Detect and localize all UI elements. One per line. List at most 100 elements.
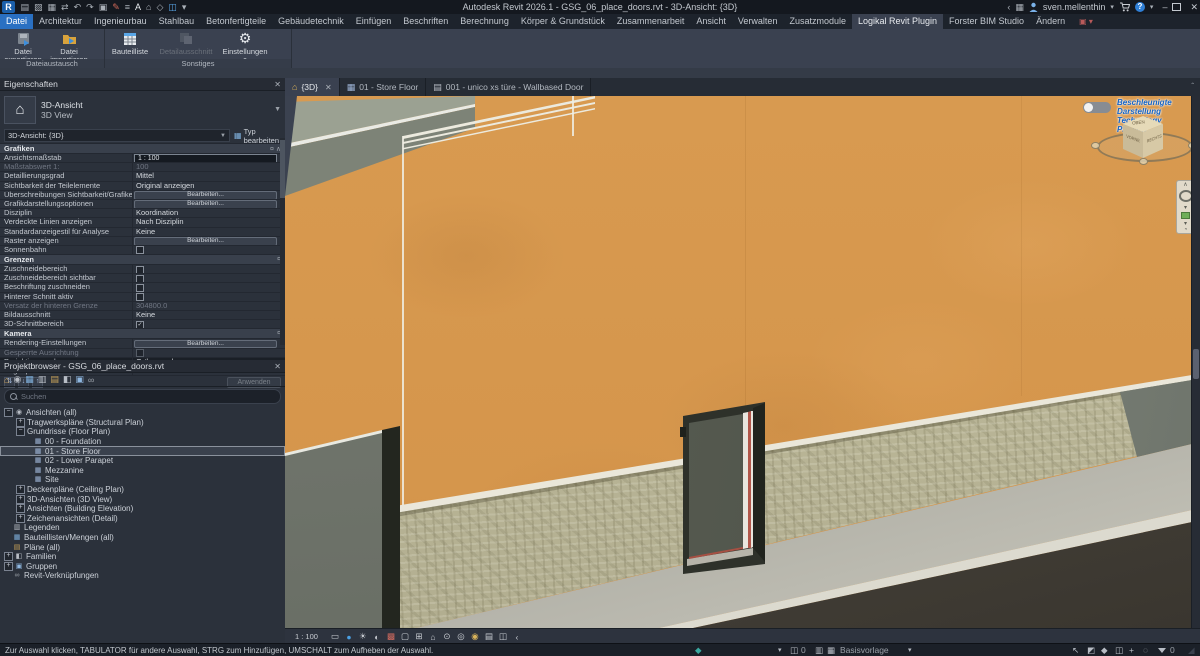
tab-aendern[interactable]: Ändern [1030, 14, 1071, 29]
thin-lines-icon[interactable]: ◫ [168, 0, 177, 14]
canvas-vertical-scrollbar[interactable] [1191, 96, 1200, 628]
view-tab-wallbased-door[interactable]: ▤ 001 - unico xs türe - Wallbased Door [426, 78, 591, 96]
view-tab-store-floor[interactable]: ▦ 01 - Store Floor [340, 78, 427, 96]
compass-knob[interactable] [1139, 158, 1148, 165]
tab-ingenieurbau[interactable]: Ingenieurbau [88, 14, 153, 29]
background-process-icon[interactable]: ◌ [1143, 644, 1148, 656]
browser-sheets-icon[interactable]: ▤ [50, 374, 59, 385]
design-option-name[interactable]: Basisvorlage [840, 644, 889, 656]
tree-item-familien[interactable]: +◧Familien [0, 552, 285, 562]
select-by-face-icon[interactable]: ◫ [1115, 644, 1123, 656]
tab-zusammenarbeit[interactable]: Zusammenarbeit [611, 14, 691, 29]
temp-hide-icon[interactable]: ◎ [454, 631, 468, 642]
minimize-button[interactable]: – [1162, 2, 1167, 12]
tree-item-gruppen[interactable]: +▣Gruppen [0, 562, 285, 572]
expand-bar-icon[interactable]: ‹ [510, 632, 524, 642]
checkbox[interactable] [136, 284, 144, 292]
modify-pen-icon[interactable]: ✎ [112, 0, 120, 14]
user-name[interactable]: sven.mellenthin [1043, 2, 1106, 12]
browser-home-icon[interactable]: ⌂ [4, 375, 9, 385]
cart-icon[interactable] [1119, 2, 1130, 12]
tab-logikal-revit-plugin[interactable]: Logikal Revit Plugin [852, 14, 943, 29]
shadows-icon[interactable]: ◐ [370, 632, 384, 642]
editable-only-icon[interactable]: ◫ [790, 644, 798, 656]
tab-berechnung[interactable]: Berechnung [454, 14, 515, 29]
worksets-dropdown-icon[interactable]: ▾ [778, 644, 782, 656]
visual-style-icon[interactable]: ● [342, 632, 356, 642]
tree-item-02-lower-parapet[interactable]: ▦02 - Lower Parapet [0, 456, 285, 466]
view-tab-3d[interactable]: ⌂ {3D} ✕ [285, 78, 340, 96]
tree-item-01-store-floor[interactable]: ▦01 - Store Floor [0, 446, 285, 456]
filter-icon[interactable] [1158, 644, 1166, 656]
qat-dropdown-icon[interactable]: ▾ [182, 0, 187, 14]
apps-grid-icon[interactable]: ▦ [1015, 2, 1024, 13]
close-tab-icon[interactable]: ✕ [325, 83, 332, 92]
tab-koerper-grundstueck[interactable]: Körper & Grundstück [515, 14, 611, 29]
save-icon[interactable]: ▦ [48, 0, 57, 14]
transfer-icon[interactable]: ⇄ [61, 0, 69, 14]
tree-item-mezzanine[interactable]: ▦Mezzanine [0, 466, 285, 476]
tab-beschriften[interactable]: Beschriften [397, 14, 454, 29]
browser-views-icon[interactable]: ◉ [13, 374, 21, 385]
browser-family-icon[interactable]: ◧ [63, 374, 72, 385]
undo-icon[interactable]: ↶ [74, 0, 82, 14]
bauteilliste-button[interactable]: Bauteilliste [105, 29, 155, 56]
tab-gebaeudetechnik[interactable]: Gebäudetechnik [272, 14, 350, 29]
tab-datei[interactable]: Datei [0, 14, 33, 29]
pan-tool-icon[interactable]: ◔ [1184, 227, 1188, 233]
analytical-model-icon[interactable]: ◫ [496, 631, 510, 642]
scale-input[interactable]: 1 : 100 [134, 154, 277, 162]
browser-group-icon[interactable]: ▣ [75, 374, 84, 385]
tree-item-00-foundation[interactable]: ▦00 - Foundation [0, 437, 285, 447]
zoom-tool-icon[interactable] [1181, 212, 1190, 219]
select-links-icon[interactable]: ↖ [1072, 644, 1079, 656]
checkbox[interactable] [136, 266, 144, 274]
user-dropdown-icon[interactable]: ▾ [1110, 3, 1114, 11]
main-model-icon[interactable]: ▦ [827, 644, 835, 656]
bearbeiten-button[interactable]: Bearbeiten... [134, 340, 277, 348]
section-kamera[interactable]: Kamera¤ [0, 328, 285, 338]
tree-item-grundrisse[interactable]: −Grundrisse (Floor Plan) [0, 427, 285, 437]
open-file-icon[interactable]: ▨ [34, 0, 43, 14]
browser-search-input[interactable]: Suchen [4, 389, 281, 404]
crop-region-icon[interactable]: ▢ [398, 631, 412, 642]
tab-betonfertigteile[interactable]: Betonfertigteile [200, 14, 272, 29]
crop-off-icon[interactable]: ▩ [384, 631, 398, 642]
checkbox[interactable] [136, 275, 144, 283]
edit-type-button[interactable]: ▦ Typ bearbeiten [234, 127, 281, 145]
view-scale-button[interactable]: 1 : 100 [295, 632, 318, 641]
user-avatar-icon[interactable] [1029, 2, 1038, 12]
tree-item-ansichten-all[interactable]: −◉Ansichten (all) [0, 408, 285, 418]
steering-wheel-icon[interactable] [1179, 190, 1193, 202]
resize-grip[interactable]: ◢ [1188, 644, 1195, 656]
tab-forster-bim-studio[interactable]: Forster BIM Studio [943, 14, 1030, 29]
type-selector[interactable]: ⌂ 3D-Ansicht 3D View ▼ [0, 91, 285, 128]
navbar-collapse-icon[interactable]: ∧ [1183, 181, 1187, 188]
tree-item-site[interactable]: ▦Site [0, 475, 285, 485]
display-frame-icon[interactable]: ▭ [328, 631, 342, 642]
help-icon[interactable]: ? [1135, 2, 1145, 12]
sun-path-icon[interactable]: ☀ [356, 631, 370, 642]
new-doc-icon[interactable]: ▤ [21, 0, 30, 14]
navbar-dropdown-icon[interactable]: ▾ [1184, 220, 1187, 227]
checkbox[interactable] [136, 293, 144, 301]
redo-icon[interactable]: ↷ [86, 0, 94, 14]
media-record-icon[interactable]: ▣ ▾ [1079, 14, 1093, 29]
instance-selector[interactable]: 3D-Ansicht: {3D} ▼ [4, 129, 230, 142]
default-3d-view-icon[interactable]: ⌂ [146, 0, 151, 14]
tree-item-revit-verknuepfungen[interactable]: ∞Revit-Verknüpfungen [0, 571, 285, 581]
reveal-hidden-icon[interactable]: ◉ [468, 631, 482, 642]
checkbox[interactable] [136, 246, 144, 254]
bearbeiten-button[interactable]: Bearbeiten... [134, 200, 277, 208]
properties-close-icon[interactable]: ✕ [274, 80, 281, 89]
drawing-area[interactable]: Beschleunigte Darstellung Technology Pre… [285, 96, 1200, 628]
close-button[interactable]: ✕ [1190, 2, 1198, 13]
navigation-bar[interactable]: ∧ ▾ ▾ ◔ [1176, 180, 1192, 234]
tab-architektur[interactable]: Architektur [33, 14, 88, 29]
temp-view-props-icon[interactable]: ▤ [482, 631, 496, 642]
browser-schedule-icon[interactable]: ▦ [25, 374, 34, 385]
tree-item-legenden[interactable]: ▥Legenden [0, 523, 285, 533]
select-underlay-icon[interactable]: ◩ [1087, 644, 1095, 656]
worksets-icon[interactable]: ◆ [695, 644, 702, 656]
tab-einfuegen[interactable]: Einfügen [350, 14, 398, 29]
